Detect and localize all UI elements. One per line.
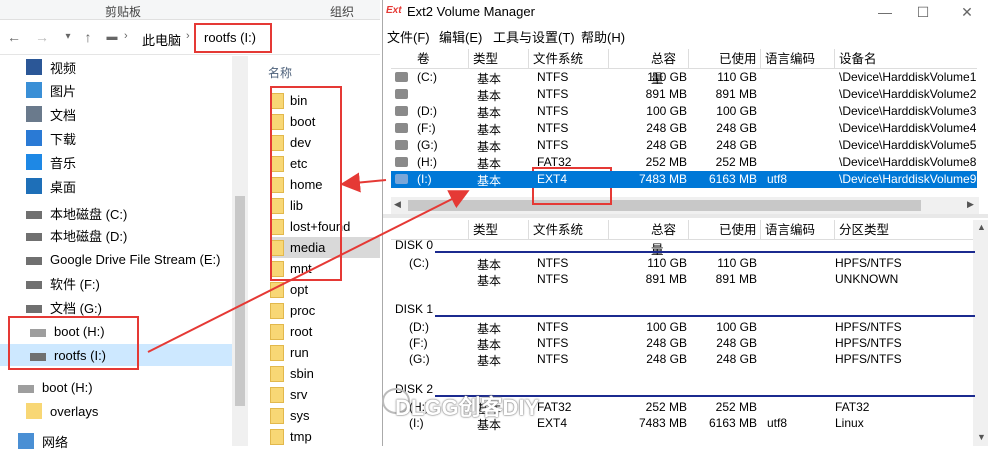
arrow-drive-to-ext4 (147, 190, 470, 353)
watermark-text: DLGG创客DIY (395, 395, 540, 420)
arrow-ext4-to-folders (340, 172, 387, 193)
annotation-arrows (147, 172, 470, 353)
